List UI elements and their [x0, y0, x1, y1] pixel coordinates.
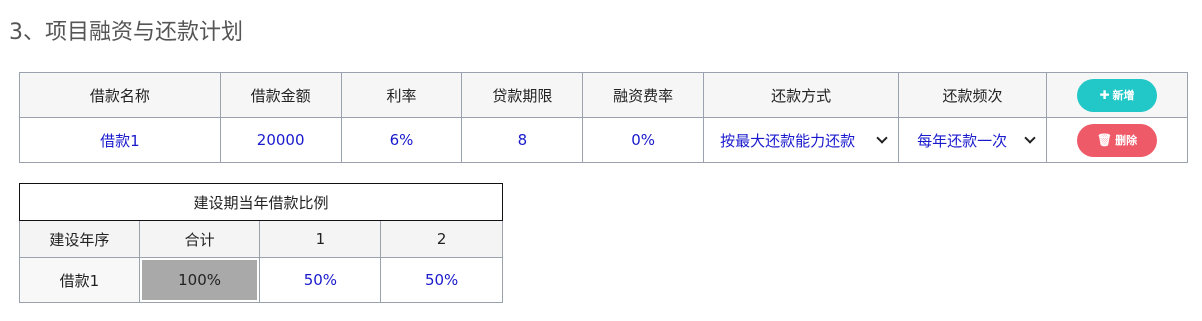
header-total: 合计 [138, 220, 261, 258]
repay-frequency-cell: 每年还款一次 [898, 117, 1048, 163]
section-title: 3、项目融资与还款计划 [9, 20, 243, 45]
header-actions: ✚ 新增 [1046, 72, 1188, 118]
repay-method-value: 按最大还款能力还款 [720, 131, 856, 150]
delete-loan-button-label: 删除 [1115, 134, 1138, 147]
table-row: 借款1 20000 6% 8 0% 按最大还款能力还款 每年还款一次 🗑 删除 [19, 117, 1188, 163]
header-repay-method: 还款方式 [703, 72, 900, 118]
trash-icon: 🗑 [1096, 133, 1113, 147]
repay-method-cell: 按最大还款能力还款 [703, 117, 900, 163]
ratio-year-2-cell[interactable]: 50% [380, 257, 503, 303]
plus-icon: ✚ [1099, 88, 1110, 102]
add-loan-button[interactable]: ✚ 新增 [1077, 78, 1158, 112]
repay-method-select[interactable]: 按最大还款能力还款 [704, 130, 898, 151]
loan-name-cell[interactable]: 借款1 [19, 117, 221, 163]
chevron-down-icon [1024, 132, 1036, 144]
header-interest-rate: 利率 [340, 72, 463, 118]
header-financing-fee-rate: 融资费率 [582, 72, 705, 118]
construction-ratio-table: 建设期当年借款比例 建设年序 合计 1 2 借款1 100% 50% 50% [19, 183, 503, 303]
ratio-table-header-row: 建设年序 合计 1 2 [19, 220, 503, 258]
repay-frequency-value: 每年还款一次 [917, 131, 1008, 150]
repay-frequency-select[interactable]: 每年还款一次 [899, 130, 1046, 151]
header-construction-year: 建设年序 [19, 220, 140, 258]
chevron-down-icon [876, 132, 888, 144]
ratio-table-caption: 建设期当年借款比例 [19, 183, 503, 221]
header-loan-term: 贷款期限 [461, 72, 584, 118]
loan-term-cell[interactable]: 8 [461, 117, 584, 163]
header-year-2: 2 [380, 220, 503, 258]
loan-amount-cell[interactable]: 20000 [219, 117, 342, 163]
header-loan-amount: 借款金额 [219, 72, 342, 118]
table-row: 借款1 100% 50% 50% [19, 257, 503, 303]
interest-rate-cell[interactable]: 6% [340, 117, 463, 163]
financing-fee-rate-cell[interactable]: 0% [582, 117, 705, 163]
loan-table: 借款名称 借款金额 利率 贷款期限 融资费率 还款方式 还款频次 ✚ 新增 借款… [19, 72, 1188, 163]
row-actions-cell: 🗑 删除 [1046, 117, 1188, 163]
ratio-row-label: 借款1 [19, 257, 140, 303]
ratio-table-caption-row: 建设期当年借款比例 [19, 183, 503, 221]
header-repay-frequency: 还款频次 [898, 72, 1048, 118]
header-year-1: 1 [259, 220, 382, 258]
ratio-total-cell: 100% [138, 257, 261, 303]
header-loan-name: 借款名称 [19, 72, 221, 118]
loan-table-header-row: 借款名称 借款金额 利率 贷款期限 融资费率 还款方式 还款频次 ✚ 新增 [19, 72, 1188, 118]
ratio-year-1-cell[interactable]: 50% [259, 257, 382, 303]
add-loan-button-label: 新增 [1112, 89, 1135, 102]
delete-loan-button[interactable]: 🗑 删除 [1077, 123, 1158, 157]
ratio-total-value: 100% [141, 260, 258, 300]
